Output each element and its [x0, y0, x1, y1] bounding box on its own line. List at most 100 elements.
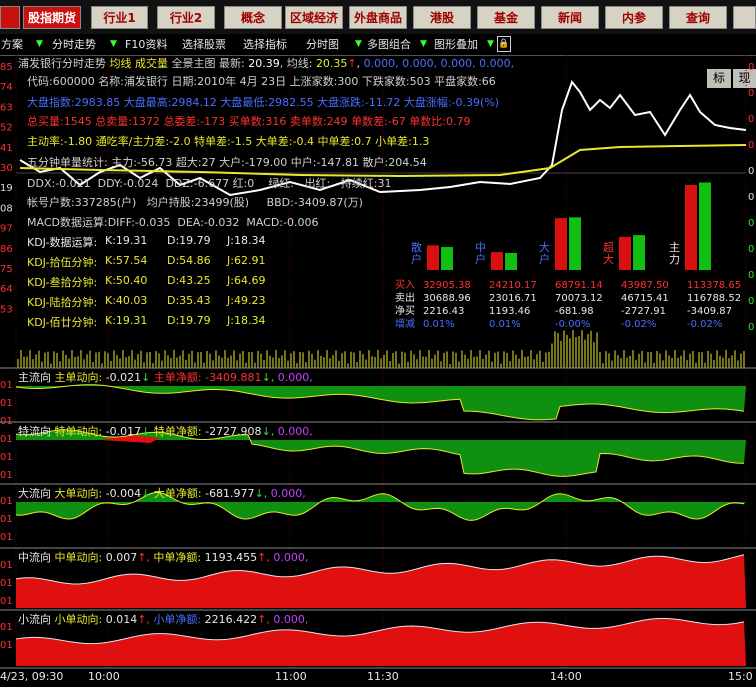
- flow-panel-title: 特流向 特单动向: -0.017↓ 特单净额: -2727.908↓, 0.00…: [18, 425, 313, 438]
- info-line-6: DDX:-0.021 DDY:-0.024 DDZ:-6.677 红:0 绿红:…: [27, 177, 392, 190]
- kdj-value: J:18.34: [227, 234, 266, 247]
- time-label-1130: 11:30: [367, 670, 399, 683]
- info-line-4: 主动率:-1.80 通吃率/主力差:-2.0 特单差:-1.5 大单差:-0.4…: [27, 135, 430, 148]
- panel-axis-label: 01: [0, 514, 13, 525]
- right-axis-label: 0: [748, 88, 754, 99]
- left-axis-label: 19: [0, 183, 13, 194]
- panel-axis-label: 01: [0, 560, 13, 571]
- stock-code: 600000: [52, 75, 95, 88]
- kdj-value: D:54.86: [167, 254, 211, 267]
- flow-panel-title: 大流向 大单动向: -0.004↓ 大单净额: -681.977↓, 0.000…: [18, 487, 306, 500]
- left-axis-label: 30: [0, 163, 13, 174]
- latest-value: 20.39: [248, 57, 280, 70]
- info-line-1: 代码:600000 名称:浦发银行 日期:2010年 4月 23日 上涨家数:3…: [27, 75, 496, 88]
- panel-axis-label: 01: [0, 532, 13, 543]
- time-label-close: 15:0: [728, 670, 753, 683]
- latest-label: 最新:: [219, 57, 245, 70]
- kdj-value: K:57.54: [105, 254, 148, 267]
- flow-panel-title: 主流向 主单动向: -0.021↓ 主单净额: -3409.881↓, 0.00…: [18, 371, 313, 384]
- left-axis-label: 85: [0, 62, 13, 73]
- arrow-up-icon: ↑: [347, 57, 357, 70]
- right-axis-label: 0: [748, 218, 754, 229]
- left-axis-label: 86: [0, 244, 13, 255]
- kdj-value: D:19.79: [167, 314, 211, 327]
- time-label-1100: 11:00: [275, 670, 307, 683]
- panel-axis-label: 01: [0, 640, 13, 651]
- kdj-value: K:40.03: [105, 294, 148, 307]
- flow-row: 增减 0.01% 0.01% -0.00% -0.02% -0.02%: [395, 315, 756, 330]
- flow-cell: 0.01%: [489, 319, 521, 330]
- extra-values: 0.000, 0.000, 0.000, 0.000,: [363, 57, 515, 70]
- info-line-5: 五分钟单量统计: 主力:-56.73 超大:27 大户:-179.00 中户:-…: [27, 156, 427, 169]
- panel-axis-label: 01: [0, 380, 13, 391]
- chart-header: 浦发银行分时走势 均线 成交量 全景主图 最新: 20.39, 均线: 20.3…: [18, 57, 515, 70]
- flow-cell: -0.02%: [687, 319, 723, 330]
- left-axis-label: 08: [0, 203, 13, 214]
- right-axis-label: 0: [748, 140, 754, 151]
- left-axis-label: 41: [0, 143, 13, 154]
- left-axis-label: 63: [0, 102, 13, 113]
- flow-group-label: 主力: [669, 241, 680, 266]
- kdj-value: KDJ-陆拾分钟:: [27, 296, 98, 309]
- left-axis-label: 97: [0, 224, 13, 235]
- panel-axis-label: 01: [0, 596, 13, 607]
- flow-group-label: 大户: [539, 241, 550, 266]
- flow-summary: 散户 中户 大户 超大 主力 买入 32905.38 24210.17 68791.14 4398…: [395, 240, 755, 335]
- kdj-value: K:19.31: [105, 314, 148, 327]
- kdj-value: J:62.91: [227, 254, 266, 267]
- right-axis-label: 0: [748, 62, 754, 73]
- kdj-value: D:19.79: [167, 234, 211, 247]
- panel-axis-label: 01: [0, 578, 13, 589]
- panel-axis-label: 01: [0, 452, 13, 463]
- avg-value: 20.35: [315, 57, 348, 70]
- left-axis-label: 52: [0, 123, 13, 134]
- time-label-1000: 10:00: [88, 670, 120, 683]
- avg-line-label: 均线: [109, 57, 132, 70]
- panel-axis-label: 01: [0, 622, 13, 633]
- panel-axis-label: 01: [0, 496, 13, 507]
- flow-group-label: 散户: [411, 241, 422, 266]
- flow-group-label: 中户: [475, 241, 486, 266]
- stock-name: 浦发银行: [123, 75, 168, 88]
- kdj-value: KDJ-叁拾分钟:: [27, 276, 98, 289]
- panel-axis-label: 01: [0, 470, 13, 481]
- trade-date: 2010年 4月 23日: [197, 75, 287, 88]
- left-axis-label: 75: [0, 264, 13, 275]
- kdj-value: D:43.25: [167, 274, 211, 287]
- chart-stock-title: 浦发银行分时走势: [18, 57, 106, 70]
- panel-axis-label: 01: [0, 398, 13, 409]
- flow-area: [16, 384, 746, 420]
- left-axis-label: 74: [0, 82, 13, 93]
- flow-panel-title: 中流向 中单动向: 0.007↑, 中单净额: 1193.455↑, 0.000…: [18, 551, 309, 564]
- kdj-value: K:50.40: [105, 274, 148, 287]
- flow-panel-title: 小流向 小单动向: 0.014↑, 小单净额: 2216.422↑, 0.000…: [18, 613, 309, 626]
- right-axis-label: 0: [748, 166, 754, 177]
- left-axis-label: 53: [0, 304, 13, 315]
- overview-label: 全景主图: [171, 57, 216, 70]
- info-line-3: 总买量:1545 总卖量:1372 总委差:-173 买单数:316 卖单数:2…: [27, 115, 471, 128]
- volume-label: 成交量: [135, 57, 168, 70]
- flow-cell: -0.00%: [555, 319, 591, 330]
- flow-cell: 0.01%: [423, 319, 455, 330]
- flow-row-label: 增减: [395, 319, 415, 330]
- info-line-7: 帐号户数:337285(户) 均户持股:23499(股) BBD:-3409.8…: [27, 196, 363, 209]
- info-line-8: MACD数据运算:DIFF:-0.035 DEA:-0.032 MACD:-0.…: [27, 216, 319, 229]
- kdj-value: K:19.31: [105, 234, 148, 247]
- panel-axis-label: 01: [0, 434, 13, 445]
- kdj-value: J:49.23: [227, 294, 266, 307]
- time-label-1400: 14:00: [550, 670, 582, 683]
- avg-label: 均线:: [286, 57, 313, 70]
- flow-group-label: 超大: [603, 241, 614, 266]
- flow-cell: -0.02%: [621, 319, 657, 330]
- kdj-value: J:18.34: [227, 314, 266, 327]
- kdj-value: KDJ-拾伍分钟:: [27, 256, 98, 269]
- kdj-value: KDJ-数据运算:: [27, 236, 98, 249]
- kdj-value: D:35.43: [167, 294, 211, 307]
- kdj-value: KDJ-佰廿分钟:: [27, 316, 98, 329]
- right-axis-label: 0: [748, 192, 754, 203]
- right-axis-label: 0: [748, 114, 754, 125]
- time-label-open: 4/23, 09:30: [0, 670, 64, 683]
- kdj-value: J:64.69: [227, 274, 266, 287]
- left-axis-label: 64: [0, 284, 13, 295]
- info-line-2: 大盘指数:2983.85 大盘最高:2984.12 大盘最低:2982.55 大…: [27, 96, 500, 109]
